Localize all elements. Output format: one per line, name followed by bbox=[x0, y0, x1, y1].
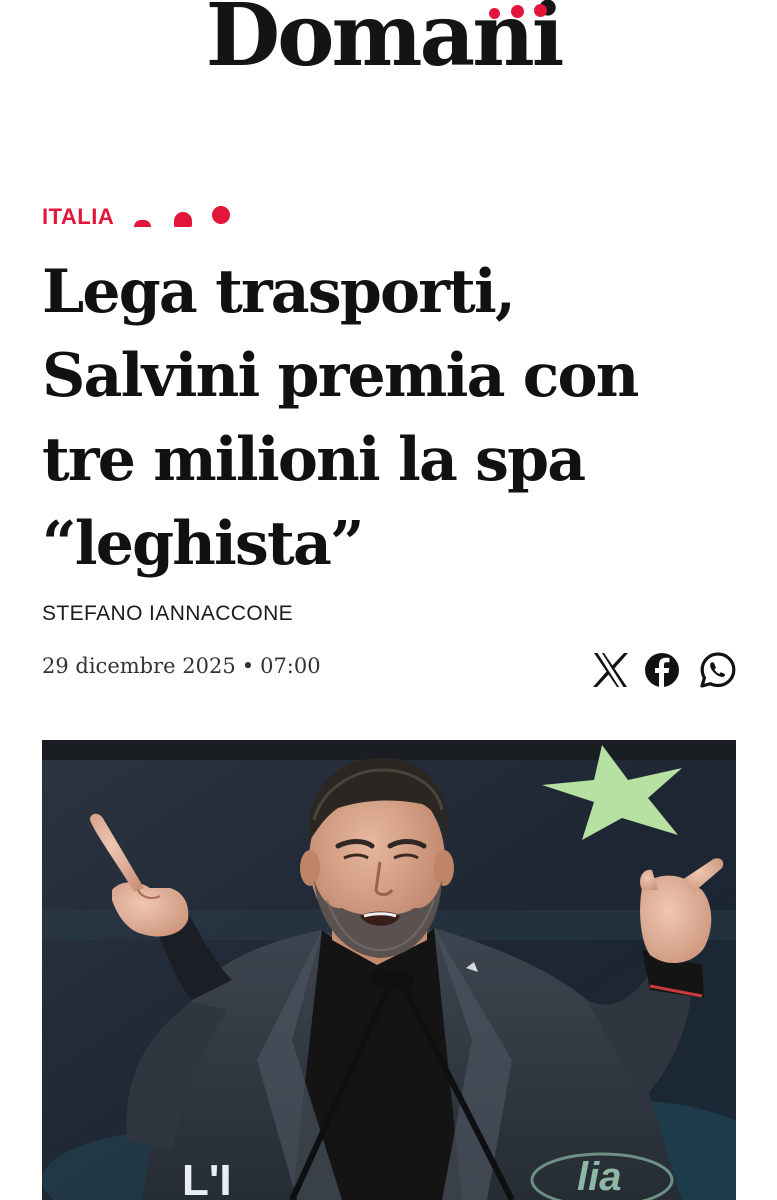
headline-line: Salvini premia con bbox=[42, 341, 639, 411]
headline-line: Lega trasporti, bbox=[42, 257, 516, 327]
category-dots-decoration bbox=[132, 202, 242, 232]
author-link[interactable]: STEFANO IANNACCONE bbox=[42, 602, 293, 626]
headline-line: tre milioni la spa bbox=[42, 425, 586, 495]
logo-dots bbox=[487, 4, 557, 19]
headline-line: “leghista” bbox=[42, 509, 365, 579]
podium-text-right: lia bbox=[577, 1155, 621, 1199]
meta-separator: • bbox=[241, 654, 255, 678]
podium-text-left: L'I bbox=[182, 1156, 232, 1200]
category-row: ITALIA bbox=[42, 200, 242, 234]
masthead: Domani bbox=[0, 0, 777, 86]
publish-meta: 29 dicembre 2025 • 07:00 bbox=[42, 654, 321, 678]
publish-date: 29 dicembre 2025 bbox=[42, 654, 236, 678]
share-facebook-button[interactable] bbox=[642, 650, 682, 690]
category-link[interactable]: ITALIA bbox=[42, 204, 114, 230]
article-headline: Lega trasporti, Salvini premia con tre m… bbox=[42, 250, 742, 586]
domani-logo[interactable]: Domani bbox=[206, 0, 565, 86]
hero-image: L'I lia bbox=[42, 740, 736, 1200]
facebook-icon bbox=[645, 653, 679, 687]
whatsapp-icon bbox=[700, 652, 736, 688]
salvini-speech-photo: L'I lia bbox=[42, 740, 736, 1200]
x-icon bbox=[593, 653, 628, 687]
share-bar bbox=[588, 650, 740, 690]
share-whatsapp-button[interactable] bbox=[698, 650, 738, 690]
share-x-button[interactable] bbox=[590, 650, 630, 690]
publish-time: 07:00 bbox=[260, 654, 321, 678]
